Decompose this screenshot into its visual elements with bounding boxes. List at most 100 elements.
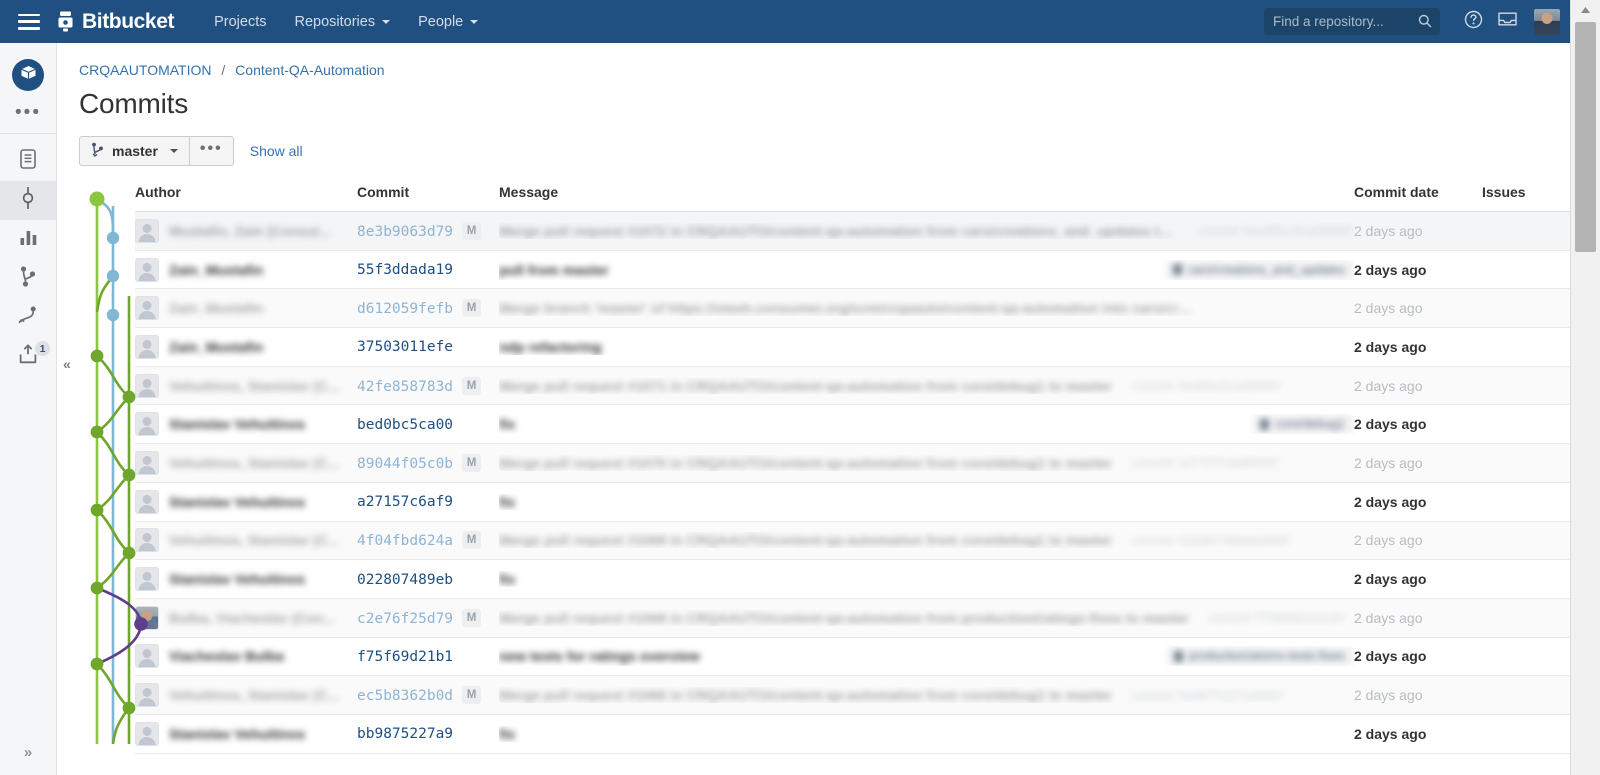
pull-requests-icon — [17, 304, 39, 331]
sidebar-item-branches[interactable] — [0, 259, 56, 298]
branch-tag-badge[interactable]: production/atoms-tests-fixes — [1166, 646, 1354, 667]
cell-message: fix core/debug1 — [499, 404, 1354, 445]
commit-hash-link[interactable]: bb9875227a9 — [357, 726, 453, 742]
table-row[interactable]: Bulba, Viacheslav (Con... c2e76f25d79 M Mer… — [135, 598, 1570, 638]
hamburger-menu-icon[interactable] — [18, 13, 40, 30]
branch-tag-badge[interactable]: core/debug1 — [1253, 414, 1354, 435]
commit-hash-link[interactable]: 42fe858783d — [357, 379, 453, 395]
commit-message[interactable]: Merge pull request #1066 in CRQAAUTO/con… — [499, 687, 1112, 703]
commit-message[interactable]: Merge pull request #1071 in CRQAAUTO/con… — [499, 378, 1112, 394]
commit-message[interactable]: ndp refactoring — [499, 339, 602, 355]
toolbar-more-button[interactable]: ••• — [189, 136, 234, 166]
commit-message[interactable]: pull from master — [499, 262, 609, 278]
nav-item-people[interactable]: People — [404, 0, 492, 43]
merge-badge: M — [462, 453, 482, 472]
commit-hash-link[interactable]: 37503011efe — [357, 339, 453, 355]
show-all-link[interactable]: Show all — [250, 143, 303, 159]
commit-message[interactable]: fix — [499, 494, 515, 510]
commit-hash-link[interactable]: ec5b8362b0d — [357, 688, 453, 704]
commit-message[interactable]: fix — [499, 416, 515, 432]
commit-message[interactable]: Merge branch 'master' of https://stash.c… — [499, 300, 1199, 316]
commit-date: 2 days ago — [1354, 493, 1427, 510]
avatar — [135, 412, 159, 437]
help-button[interactable] — [1456, 0, 1490, 43]
scrollbar-thumb[interactable] — [1575, 22, 1596, 252]
avatar — [135, 605, 159, 630]
sidebar-item-deployments[interactable]: 1 — [0, 337, 56, 376]
nav-item-projects-label: Projects — [214, 13, 267, 30]
commit-message[interactable]: fix — [499, 571, 515, 587]
author-name: Bulba, Viacheslav (Con... — [169, 609, 336, 626]
repository-search-box[interactable] — [1264, 8, 1440, 35]
table-row[interactable]: Zain_Mustafin 37503011efe ndp refactoring 2… — [135, 327, 1570, 367]
cell-author: Vehuitinos, Stanislav (C... — [135, 443, 357, 483]
commit-hash-link[interactable]: a27157c6af9 — [357, 494, 453, 510]
table-row[interactable]: Mustafin, Zain (Consul... 8e3b9063d79 M Mer… — [135, 211, 1570, 251]
branch-selector-button[interactable]: master — [79, 136, 190, 166]
table-row[interactable]: Stanislav Vehuitinos a27157c6af9 fix 2 days… — [135, 482, 1570, 522]
commit-message[interactable]: fix — [499, 726, 515, 742]
table-row[interactable]: Stanislav Vehuitinos 022807489eb fix 2 days… — [135, 559, 1570, 599]
merge-badge: M — [462, 221, 482, 240]
commit-hash-link[interactable]: 8e3b9063d79 — [357, 224, 453, 240]
avatar — [135, 334, 159, 359]
repository-avatar[interactable] — [12, 59, 44, 91]
commit-hash-link[interactable]: 4f04fbd624a — [357, 533, 453, 549]
search-input[interactable] — [1264, 8, 1440, 35]
breadcrumb-project-link[interactable]: CRQAAUTOMATION — [79, 62, 212, 78]
commit-date: 2 days ago — [1354, 687, 1423, 704]
graph-collapse-button[interactable]: « — [63, 356, 71, 372]
commit-date: 2 days ago — [1354, 648, 1427, 665]
commit-hash-link[interactable]: 55f3ddada19 — [357, 262, 453, 278]
source-file-icon — [18, 148, 38, 175]
cell-issues — [1482, 714, 1570, 754]
inbox-button[interactable] — [1490, 0, 1524, 43]
user-avatar[interactable] — [1534, 8, 1560, 35]
main-content: CRQAAUTOMATION / Content-QA-Automation C… — [57, 43, 1570, 775]
sidebar-item-source[interactable] — [0, 142, 56, 181]
sidebar-expand-button[interactable]: » — [0, 744, 56, 761]
commit-hash-link[interactable]: c2e76f25d79 — [357, 611, 453, 627]
table-row[interactable]: Vehuitinos, Stanislav (C... 89044f05c0b M M… — [135, 443, 1570, 483]
commit-hash-link[interactable]: 022807489eb — [357, 572, 453, 588]
commit-hash-link[interactable]: bed0bc5ca00 — [357, 417, 453, 433]
table-row[interactable]: Vehuitinos, Stanislav (C... 42fe858783d M M… — [135, 366, 1570, 406]
cell-issues — [1482, 675, 1570, 715]
commit-message[interactable]: new tests for ratings overview — [499, 648, 700, 664]
sidebar-item-analytics[interactable] — [0, 220, 56, 259]
cell-commit-date: 2 days ago — [1354, 559, 1482, 599]
sidebar-item-pull-requests[interactable] — [0, 298, 56, 337]
branch-tag-icon — [1172, 264, 1182, 276]
table-row[interactable]: Stanislav Vehuitinos bb9875227a9 fix 2 days… — [135, 714, 1570, 754]
commit-message[interactable]: Merge pull request #1072 in CRQAAUTO/con… — [499, 223, 1177, 239]
cell-message: Merge branch 'master' of https://stash.c… — [499, 288, 1354, 329]
breadcrumb-repo-link[interactable]: Content-QA-Automation — [235, 62, 384, 78]
branch-tag-icon — [1173, 650, 1183, 662]
cell-message: pull from master cars/creations_and_updat… — [499, 250, 1354, 290]
cell-commit-date: 2 days ago — [1354, 637, 1482, 677]
table-row[interactable]: Zain_Mustafin 55f3ddada19 pull from master… — [135, 250, 1570, 290]
cell-message: Merge pull request #1069 in CRQAAUTO/con… — [499, 521, 1354, 561]
column-header-commit-date: Commit date — [1354, 184, 1482, 212]
sidebar-item-commits[interactable] — [0, 181, 56, 220]
sidebar-more-button[interactable]: ••• — [0, 95, 56, 131]
table-row[interactable]: Stanislav Vehuitinos bed0bc5ca00 fix core/d… — [135, 404, 1570, 445]
commit-hash-link[interactable]: d612059fefb — [357, 301, 453, 317]
cell-issues — [1482, 211, 1570, 251]
table-row[interactable]: Zain_Mustafin d612059fefb M Merge branch 'm… — [135, 288, 1570, 329]
commit-message[interactable]: Merge pull request #1068 in CRQAAUTO/con… — [499, 610, 1189, 626]
nav-item-repositories[interactable]: Repositories — [280, 0, 404, 43]
commit-message[interactable]: Merge pull request #1070 in CRQAAUTO/con… — [499, 455, 1112, 471]
commit-hash-link[interactable]: 89044f05c0b — [357, 456, 453, 472]
table-row[interactable]: Vehuitinos, Stanislav (C... ec5b8362b0d M M… — [135, 675, 1570, 715]
commit-hash-link[interactable]: f75f69d21b1 — [357, 649, 453, 665]
page-scrollbar[interactable] — [1570, 0, 1600, 775]
commit-message[interactable]: Merge pull request #1069 in CRQAAUTO/con… — [499, 532, 1112, 548]
bitbucket-logo[interactable]: Bitbucket — [56, 10, 174, 34]
cell-issues — [1482, 366, 1570, 406]
table-row[interactable]: Viacheslav Bulba f75f69d21b1 new tests for… — [135, 637, 1570, 677]
scroll-up-arrow-icon[interactable] — [1571, 0, 1600, 20]
nav-item-projects[interactable]: Projects — [200, 0, 280, 43]
table-row[interactable]: Vehuitinos, Stanislav (C... 4f04fbd624a M M… — [135, 521, 1570, 561]
branch-tag-badge[interactable]: cars/creations_and_updates — [1165, 259, 1354, 280]
